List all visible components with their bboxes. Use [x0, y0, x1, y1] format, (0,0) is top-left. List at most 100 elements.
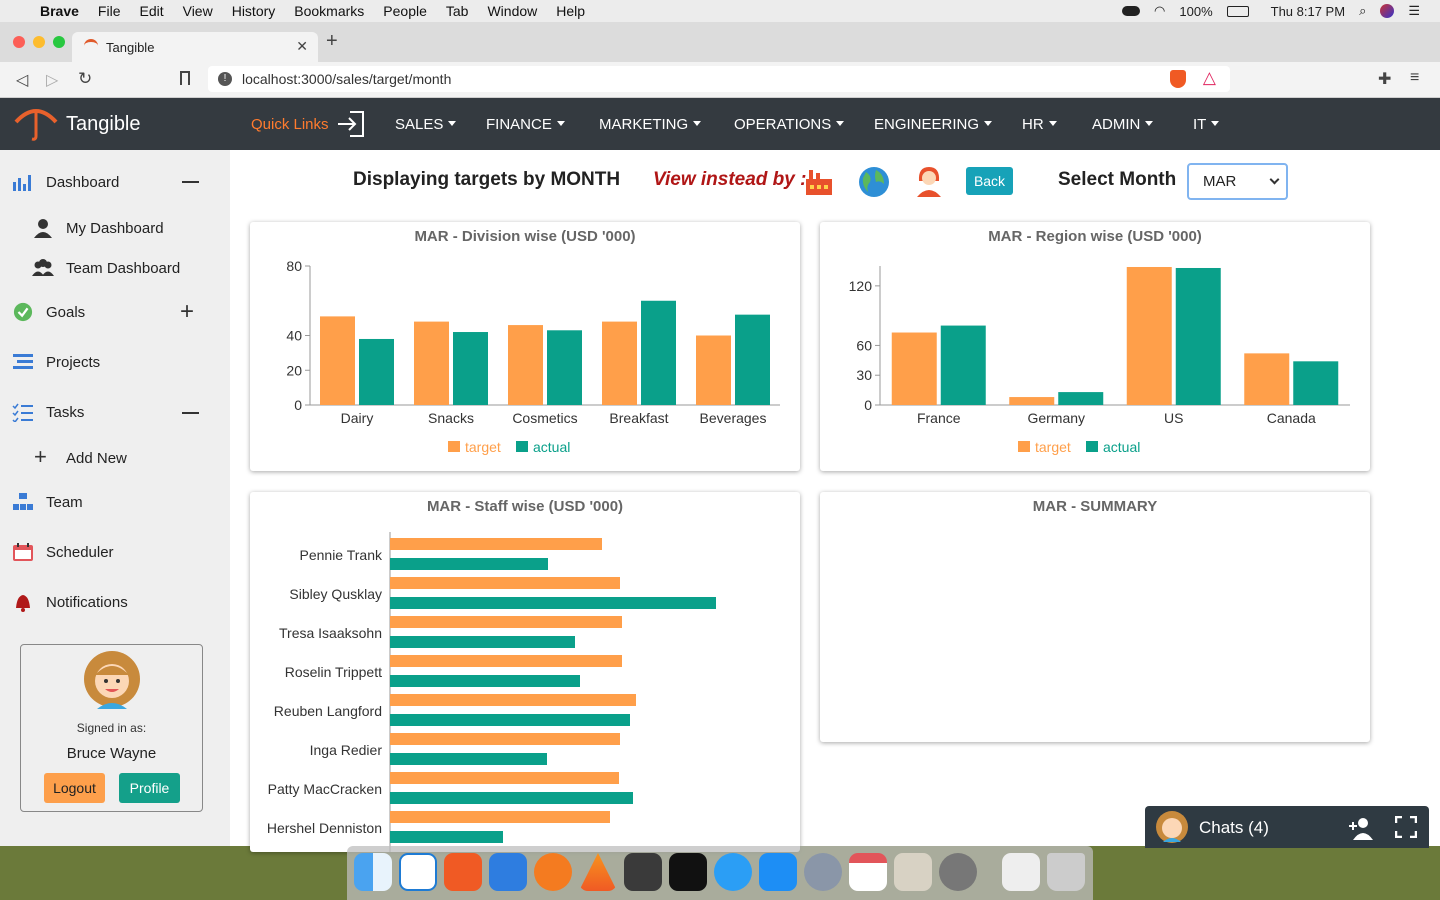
battery-icon[interactable] [1226, 5, 1249, 17]
nav-finance[interactable]: FINANCE [486, 116, 565, 133]
forward-icon[interactable]: ▷ [46, 70, 58, 90]
add-contact-icon[interactable] [1347, 816, 1377, 840]
control-center-icon[interactable]: ☰ [1408, 3, 1420, 19]
menu-help[interactable]: Help [556, 3, 585, 19]
sidebar-item-scheduler[interactable]: Scheduler [46, 544, 114, 561]
nav-operations[interactable]: OPERATIONS [734, 116, 844, 133]
system-preferences-icon[interactable] [939, 853, 977, 891]
avatar[interactable] [83, 649, 141, 711]
finder-icon[interactable] [354, 853, 392, 891]
quick-links[interactable]: Quick Links [251, 116, 329, 133]
month-select[interactable]: MAR [1187, 163, 1288, 200]
menu-bookmarks[interactable]: Bookmarks [294, 3, 364, 19]
bookmark-icon[interactable] [180, 71, 190, 85]
sidebar-item-tasks[interactable]: Tasks [46, 404, 84, 421]
pen-app-icon[interactable] [534, 853, 572, 891]
brave-shield-icon[interactable] [1170, 70, 1186, 88]
spreadsheet-icon[interactable] [1002, 853, 1040, 891]
brand-name[interactable]: Tangible [66, 113, 141, 136]
url-text: localhost:3000/sales/target/month [242, 71, 452, 87]
close-window-icon[interactable] [13, 36, 25, 48]
calendar-icon [13, 543, 33, 561]
profile-button[interactable]: Profile [119, 773, 180, 803]
sidebar-item-team[interactable]: Team [46, 494, 83, 511]
sidebar-item-team-dashboard[interactable]: Team Dashboard [66, 260, 180, 277]
y-tick-label: 80 [286, 258, 302, 274]
sublime-icon[interactable] [624, 853, 662, 891]
close-tab-icon[interactable]: ✕ [296, 38, 308, 55]
reload-icon[interactable]: ↻ [78, 69, 92, 89]
minimize-window-icon[interactable] [33, 36, 45, 48]
nav-marketing[interactable]: MARKETING [599, 116, 701, 133]
nav-admin[interactable]: ADMIN [1092, 116, 1153, 133]
bar-target [891, 332, 937, 405]
back-icon[interactable]: ◁ [16, 70, 28, 90]
brave-icon[interactable] [444, 853, 482, 891]
chat-widget[interactable]: Chats (4) [1145, 806, 1429, 848]
zoom-window-icon[interactable] [53, 36, 65, 48]
bar-actual [1175, 267, 1221, 405]
spotlight-icon[interactable]: ⌕ [1359, 3, 1366, 19]
siri-icon[interactable] [1380, 4, 1395, 18]
menu-people[interactable]: People [383, 3, 427, 19]
bar-target [390, 655, 622, 667]
browser-tab[interactable]: Tangible ✕ [72, 32, 318, 62]
sidebar-item-dashboard[interactable]: Dashboard [46, 174, 119, 191]
expand-icon[interactable] [1395, 816, 1417, 838]
division-chart: 0 20 40 80 Dairy Snacks Cosmetics Breakfast Beve… [286, 258, 780, 455]
legend-swatch-actual [516, 441, 528, 452]
menu-window[interactable]: Window [487, 3, 537, 19]
bar-target [390, 538, 602, 550]
factory-icon[interactable] [804, 167, 834, 197]
browser-menu-icon[interactable]: ≡ [1410, 69, 1419, 87]
bar-actual [641, 300, 676, 405]
sidebar-item-notifications[interactable]: Notifications [46, 594, 128, 611]
launchpad-icon[interactable] [804, 853, 842, 891]
back-button[interactable]: Back [966, 167, 1013, 195]
vscode-icon[interactable] [399, 853, 437, 891]
globe-icon[interactable] [858, 166, 890, 198]
calculator-icon[interactable] [894, 853, 932, 891]
menubar-app-name[interactable]: Brave [40, 3, 79, 19]
collapse-tasks-icon[interactable] [182, 412, 199, 414]
info-icon[interactable]: ! [218, 72, 232, 86]
add-goal-icon[interactable]: + [180, 300, 194, 324]
nav-hr[interactable]: HR [1022, 116, 1057, 133]
collapse-dashboard-icon[interactable] [182, 181, 199, 183]
safari-icon[interactable] [714, 853, 752, 891]
new-tab-button[interactable]: + [326, 30, 338, 53]
sidebar-item-my-dashboard[interactable]: My Dashboard [66, 220, 164, 237]
word-icon[interactable] [489, 853, 527, 891]
calendar-app-icon[interactable] [849, 853, 887, 891]
extensions-icon[interactable]: ✚ [1378, 69, 1391, 89]
menu-history[interactable]: History [232, 3, 276, 19]
menu-edit[interactable]: Edit [139, 3, 163, 19]
wifi-icon[interactable]: ◠ [1154, 3, 1165, 19]
menu-view[interactable]: View [183, 3, 213, 19]
menu-file[interactable]: File [98, 3, 121, 19]
bell-icon [16, 595, 30, 612]
trash-icon[interactable] [1047, 853, 1085, 891]
terminal-icon[interactable] [669, 853, 707, 891]
url-input[interactable]: ! localhost:3000/sales/target/month △ [208, 66, 1230, 92]
vlc-icon[interactable] [579, 853, 617, 891]
nav-engineering[interactable]: ENGINEERING [874, 116, 992, 133]
bar-actual [390, 753, 547, 765]
sidebar-item-add-new[interactable]: Add New [66, 450, 127, 467]
nav-it[interactable]: IT [1193, 116, 1219, 133]
tangible-logo-icon[interactable] [14, 106, 58, 142]
brave-rewards-icon[interactable]: △ [1203, 68, 1216, 88]
bar-actual [547, 330, 582, 405]
sidebar-item-goals[interactable]: Goals [46, 304, 85, 321]
app-store-icon[interactable] [759, 853, 797, 891]
nav-sales[interactable]: SALES [395, 116, 456, 133]
sign-in-icon[interactable] [336, 110, 366, 138]
cloud-icon[interactable] [1122, 6, 1141, 16]
sidebar-item-projects[interactable]: Projects [46, 354, 100, 371]
x-tick-label: Canada [1267, 410, 1316, 426]
bar-actual [390, 558, 548, 570]
menubar-clock[interactable]: Thu 8:17 PM [1271, 4, 1345, 19]
menu-tab[interactable]: Tab [446, 3, 469, 19]
staff-person-icon[interactable] [914, 165, 944, 197]
logout-button[interactable]: Logout [44, 773, 105, 803]
